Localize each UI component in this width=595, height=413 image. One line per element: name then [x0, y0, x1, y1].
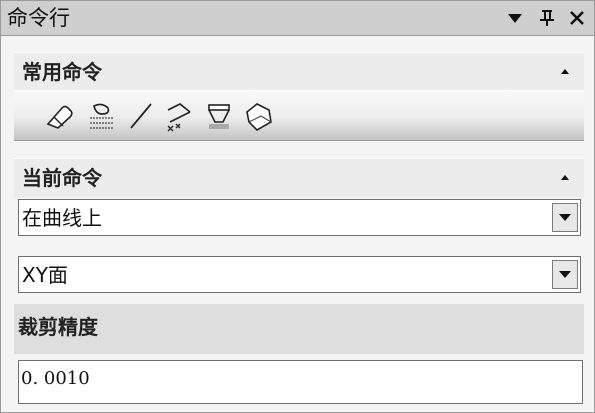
trim-precision-label-area: 裁剪精度: [14, 304, 584, 354]
trim-curve-icon[interactable]: [164, 100, 196, 132]
current-command-title: 当前命令: [22, 166, 102, 190]
common-commands-toolbar: [14, 90, 584, 141]
surface-icon[interactable]: [86, 100, 118, 132]
current-command-header[interactable]: 当前命令: [14, 158, 584, 197]
common-commands-title: 常用命令: [22, 60, 102, 84]
dropdown-arrow-icon[interactable]: [504, 7, 526, 29]
trim-precision-label: 裁剪精度: [18, 315, 98, 339]
mode-select-value: 在曲线上: [22, 206, 102, 230]
collapse-up-icon[interactable]: [556, 62, 574, 80]
plane-dropdown-button[interactable]: [552, 260, 578, 289]
trim-precision-value: 0. 0010: [21, 368, 90, 389]
common-commands-header[interactable]: 常用命令: [14, 52, 584, 91]
mode-dropdown-button[interactable]: [552, 203, 578, 232]
plane-select[interactable]: XY面: [18, 256, 581, 293]
panel-title: 命令行: [7, 6, 70, 30]
plane-select-value: XY面: [22, 263, 68, 287]
panel-titlebar: 命令行: [1, 1, 594, 36]
close-icon[interactable]: [566, 7, 588, 29]
collapse-up-icon[interactable]: [556, 168, 574, 186]
pin-icon[interactable]: [536, 7, 558, 29]
eraser-icon[interactable]: [44, 100, 76, 132]
mode-select[interactable]: 在曲线上: [18, 199, 581, 236]
trim-precision-input[interactable]: 0. 0010: [18, 360, 583, 404]
line-icon[interactable]: [125, 100, 157, 132]
solid-icon[interactable]: [243, 100, 275, 132]
cut-surface-icon[interactable]: [203, 100, 235, 132]
command-line-panel: 命令行 常用命令 当前命令 在曲线上 XY面 裁剪精度 0. 0010: [0, 0, 595, 413]
